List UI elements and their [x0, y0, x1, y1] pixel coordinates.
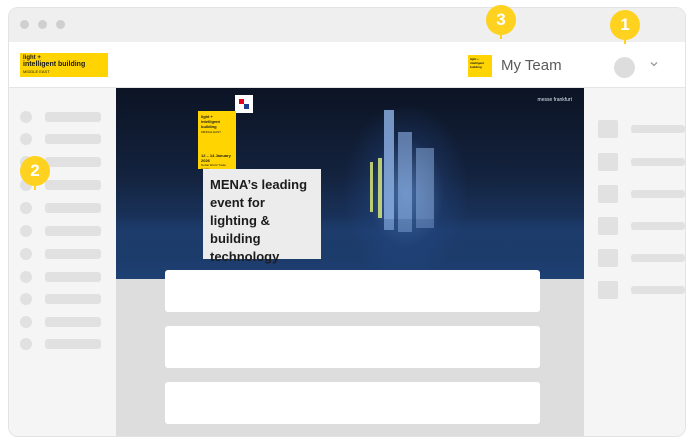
right-sidebar-item-icon: [598, 153, 618, 171]
sidebar-item-icon: [20, 248, 32, 260]
content-card[interactable]: [165, 382, 540, 424]
sidebar-item-label: [45, 249, 101, 259]
sidebar-item-label: [45, 203, 101, 213]
banner-light-bar: [378, 158, 382, 218]
sidebar-item-label: [45, 339, 101, 349]
right-sidebar-item-label: [631, 286, 685, 294]
event-name-line3: MIDDLE EAST: [201, 130, 222, 134]
sidebar-item-icon: [20, 202, 32, 214]
messe-frankfurt-brand: messe frankfurt: [537, 97, 572, 103]
sidebar-item-icon: [20, 338, 32, 350]
event-dates: 12 – 14 January 2026: [201, 153, 231, 163]
callout-marker-2: 2: [20, 156, 50, 186]
right-sidebar-item-label: [631, 190, 685, 198]
sidebar-item-label: [45, 226, 101, 236]
banner-tower: [398, 132, 412, 232]
window-titlebar: [9, 8, 685, 42]
chevron-down-icon[interactable]: [649, 59, 659, 69]
sidebar-item-icon: [20, 293, 32, 305]
left-sidebar: [9, 88, 116, 436]
banner-headline-text: MENA’s leading event for lighting & buil…: [210, 177, 308, 264]
window-close-dot[interactable]: [20, 20, 29, 29]
content-card[interactable]: [165, 326, 540, 368]
sidebar-item-label: [45, 180, 101, 190]
brand-logo[interactable]: light + intelligent building MIDDLE EAST: [20, 53, 108, 77]
sidebar-item-icon: [20, 225, 32, 237]
right-sidebar-item-icon: [598, 217, 618, 235]
right-sidebar-item-icon: [598, 185, 618, 203]
banner-headline: MENA’s leading event for lighting & buil…: [203, 169, 321, 264]
app-window: light + intelligent building MIDDLE EAST…: [8, 7, 686, 437]
sidebar-item-label: [45, 272, 101, 282]
sidebar-item-icon: [20, 111, 32, 123]
messe-frankfurt-logo: [235, 95, 253, 113]
sidebar-item-icon: [20, 133, 32, 145]
sidebar-item-label: [45, 157, 101, 167]
banner-tower: [384, 110, 394, 230]
sidebar-item-label: [45, 112, 101, 122]
right-sidebar-item-icon: [598, 249, 618, 267]
right-sidebar-item-label: [631, 158, 685, 166]
event-name-line2: intelligent building: [201, 119, 220, 129]
sidebar-item-label: [45, 294, 101, 304]
logo-line3: MIDDLE EAST: [23, 69, 50, 74]
right-sidebar-item-icon: [598, 281, 618, 299]
sidebar-item-icon: [20, 271, 32, 283]
main-content: messe frankfurt light + intelligent buil…: [116, 88, 584, 436]
sidebar-item-label: [45, 317, 101, 327]
event-banner[interactable]: messe frankfurt light + intelligent buil…: [116, 88, 584, 279]
team-name[interactable]: My Team: [501, 57, 562, 74]
right-sidebar-item-label: [631, 254, 685, 262]
event-card: light + intelligent building MIDDLE EAST…: [198, 111, 236, 171]
banner-tower: [416, 148, 434, 228]
logo-line2: intelligent building: [23, 61, 86, 68]
app-header: light + intelligent building MIDDLE EAST…: [9, 42, 685, 88]
team-logo[interactable]: light + intelligent building: [468, 55, 492, 77]
right-sidebar-item-label: [631, 125, 685, 133]
sidebar-item-label: [45, 134, 101, 144]
team-logo-line3: building: [470, 65, 482, 69]
callout-marker-3: 3: [486, 5, 516, 35]
sidebar-item-icon: [20, 316, 32, 328]
callout-marker-1: 1: [610, 10, 640, 40]
right-sidebar-item-label: [631, 222, 685, 230]
right-sidebar: [584, 88, 685, 436]
window-zoom-dot[interactable]: [56, 20, 65, 29]
banner-light-bar: [370, 162, 373, 212]
right-sidebar-item-icon: [598, 120, 618, 138]
content-card[interactable]: [165, 270, 540, 312]
window-minimize-dot[interactable]: [38, 20, 47, 29]
user-avatar[interactable]: [614, 57, 635, 78]
